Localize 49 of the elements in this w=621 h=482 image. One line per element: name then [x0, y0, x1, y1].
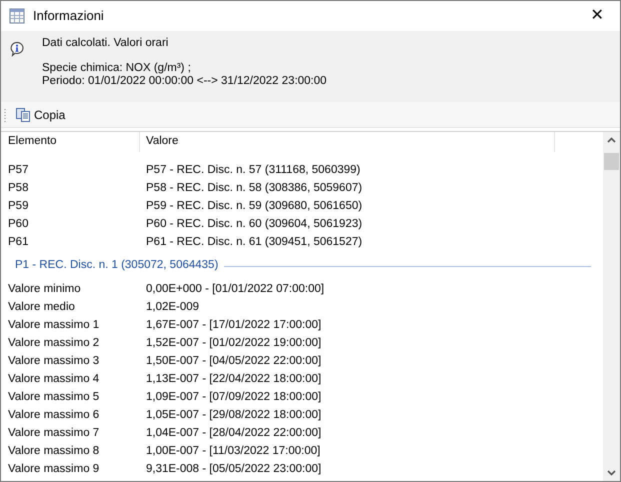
table-cell-text: 1,52E-007 - [01/02/2022 19:00:00] — [145, 336, 322, 352]
info-message: Dati calcolati. Valori orari — [42, 37, 170, 50]
column-header[interactable]: Elemento — [1, 132, 140, 152]
table-cell-text: P59 — [7, 199, 30, 214]
table-cell-text: 0,00E+000 - [01/01/2022 07:00:00] — [145, 282, 324, 298]
table-cell-text: 1,09E-007 - [07/09/2022 18:00:00] — [145, 390, 322, 406]
info-icon — [9, 41, 25, 57]
table-cell-text: Valore massimo 9 — [7, 462, 100, 478]
table-cell-text: 9,31E-008 - [05/05/2022 23:00:00] — [145, 462, 322, 478]
window-title: Informazioni — [33, 7, 104, 26]
table-cell-text: P61 - REC. Disc. n. 61 (309451, 5061527) — [145, 235, 362, 250]
table-cell-text: Valore massimo 8 — [7, 444, 100, 460]
period-text: Periodo: 01/01/2022 00:00:00 <--> 31/12/2022 23:00:00 — [42, 75, 327, 88]
scrollbar[interactable] — [603, 132, 620, 481]
table-cell-text: P60 - REC. Disc. n. 60 (309604, 5061923) — [145, 217, 362, 232]
table-cell-text: Valore massimo 6 — [7, 408, 100, 424]
copy-icon — [15, 106, 31, 122]
table-cell-text: P58 - REC. Disc. n. 58 (308386, 5059607) — [145, 181, 362, 196]
table-cell-text: 1,05E-007 - [29/08/2022 18:00:00] — [145, 408, 322, 424]
table-cell-text: 1,67E-007 - [17/01/2022 17:00:00] — [145, 318, 322, 334]
table-cell-text: Valore massimo 4 — [7, 372, 100, 388]
scroll-up-icon[interactable] — [607, 137, 616, 143]
scroll-thumb[interactable] — [604, 153, 619, 170]
species-text: Specie chimica: NOX (g/m³) ; — [42, 62, 192, 75]
column-header[interactable]: Valore — [140, 132, 555, 152]
table-cell-text: Valore medio — [7, 300, 76, 316]
table-icon — [9, 8, 25, 24]
table-cell-text: 1,04E-007 - [28/04/2022 22:00:00] — [145, 426, 322, 442]
group-header[interactable]: P1 - REC. Disc. n. 1 (305072, 5064435) — [1, 257, 224, 275]
table-cell-text: Valore massimo 3 — [7, 354, 100, 370]
table-cell-text: P59 - REC. Disc. n. 59 (309680, 5061650) — [145, 199, 362, 214]
table-cell-text: Valore massimo 7 — [7, 426, 100, 442]
table-cell-text: 1,50E-007 - [04/05/2022 22:00:00] — [145, 354, 322, 370]
table-cell-text: P58 — [7, 181, 30, 196]
table-cell-text: P57 - REC. Disc. n. 57 (311168, 5060399) — [145, 163, 360, 178]
table-cell-text: 1,02E-009 — [145, 300, 200, 316]
table-cell-text: 1,00E-007 - [11/03/2022 17:00:00] — [145, 444, 320, 460]
copy-button[interactable]: Copia — [13, 104, 68, 126]
grip-icon — [4, 108, 7, 122]
close-button[interactable]: ✕ — [574, 1, 620, 31]
table-cell-text: P57 — [7, 163, 30, 178]
table-cell-text: Valore minimo — [7, 282, 82, 298]
table-cell-text: P60 — [7, 217, 30, 232]
table-cell-text: P61 — [7, 235, 30, 250]
table-cell-text: Valore massimo 5 — [7, 390, 100, 406]
scroll-down-icon[interactable] — [607, 470, 616, 476]
table-cell-text: Valore massimo 2 — [7, 336, 100, 352]
table-cell-text: Valore massimo 1 — [7, 318, 100, 334]
table-cell-text: 1,13E-007 - [22/04/2022 18:00:00] — [145, 372, 322, 388]
